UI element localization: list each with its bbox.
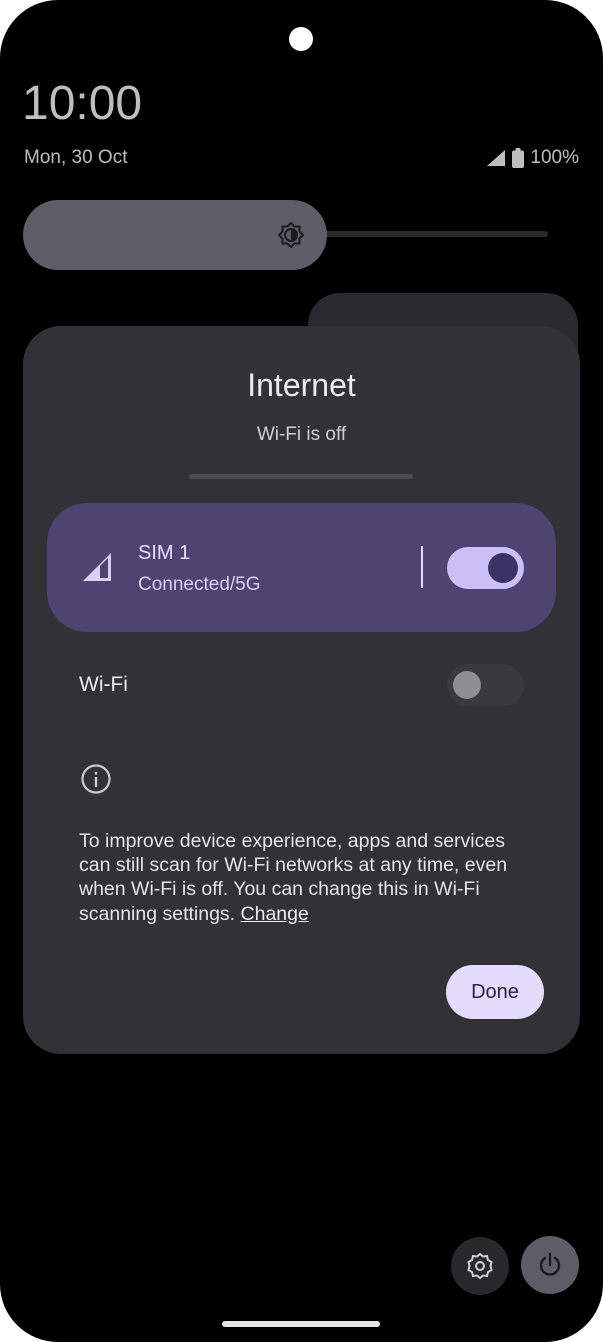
battery-icon (512, 148, 525, 168)
battery-percent: 100% (530, 147, 579, 168)
date: Mon, 30 Oct (24, 147, 128, 168)
wifi-label: Wi-Fi (79, 673, 128, 696)
status-icons: 100% (486, 147, 579, 169)
settings-button[interactable] (451, 1237, 509, 1295)
clock: 10:00 (22, 77, 143, 130)
dialog-title: Internet (247, 367, 356, 403)
mobile-data-toggle[interactable] (447, 547, 524, 589)
info-icon (81, 764, 111, 794)
toggle-knob (453, 671, 481, 699)
gear-icon (467, 1253, 493, 1279)
power-icon (539, 1252, 561, 1276)
cell-signal-icon (487, 150, 506, 166)
power-button[interactable] (521, 1236, 579, 1294)
wifi-toggle[interactable] (447, 664, 524, 706)
dialog-subtitle: Wi-Fi is off (256, 424, 347, 445)
sim-status: Connected/5G (138, 574, 261, 595)
change-link[interactable]: Change (241, 903, 309, 925)
phone-screen: 10:00 Mon, 30 Oct 100% Internet Wi-Fi is… (0, 0, 603, 1342)
loading-divider (189, 474, 413, 479)
front-camera (289, 27, 313, 51)
sim-separator (421, 546, 423, 588)
done-button[interactable]: Done (446, 965, 544, 1019)
sim-name: SIM 1 (138, 542, 191, 564)
brightness-icon (278, 222, 304, 248)
toggle-knob (488, 553, 518, 583)
cell-signal-icon (83, 553, 111, 581)
home-indicator[interactable] (222, 1321, 380, 1327)
wifi-scanning-info: To improve device experience, apps and s… (79, 829, 539, 926)
